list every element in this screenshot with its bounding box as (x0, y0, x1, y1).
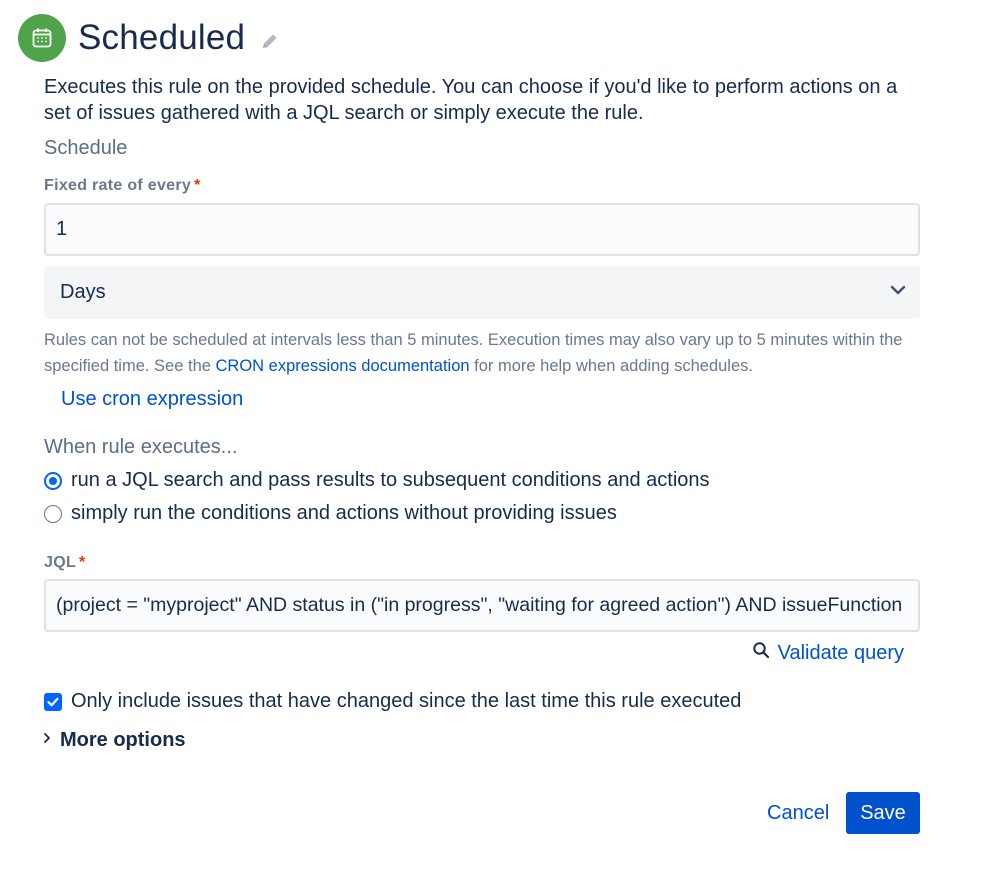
fixed-rate-input[interactable] (44, 203, 920, 256)
jql-query-text: (project = "myproject" AND status in ("i… (56, 594, 903, 616)
fixed-rate-label-text: Fixed rate of every (44, 177, 192, 194)
only-changed-option[interactable]: Only include issues that have changed si… (44, 690, 741, 713)
schedule-section-label: Schedule (44, 137, 128, 159)
execution-option-simple[interactable]: simply run the conditions and actions wi… (44, 502, 617, 525)
only-changed-checkbox[interactable] (44, 692, 62, 711)
trigger-description: Executes this rule on the provided sched… (44, 76, 898, 124)
chevron-down-icon (888, 280, 908, 305)
jql-label-text: JQL (44, 554, 77, 571)
only-changed-label: Only include issues that have changed si… (71, 690, 742, 712)
more-options-label: More options (60, 729, 186, 751)
rate-unit-select[interactable]: Days (44, 266, 920, 319)
trigger-title: Scheduled (78, 18, 246, 57)
execution-option-label: run a JQL search and pass results to sub… (71, 469, 710, 491)
radio-unselected[interactable] (44, 504, 62, 523)
jql-input[interactable]: (project = "myproject" AND status in ("i… (44, 579, 920, 632)
cron-docs-link[interactable]: CRON expressions documentation (216, 357, 470, 375)
validate-query-label: Validate query (777, 641, 904, 664)
fixed-rate-label: Fixed rate of every * (44, 177, 201, 195)
use-cron-expression-link[interactable]: Use cron expression (61, 388, 243, 411)
execution-label: When rule executes... (44, 436, 238, 458)
validate-query-link[interactable]: Validate query (752, 641, 904, 665)
search-icon (752, 641, 778, 665)
rate-unit-value: Days (60, 281, 106, 303)
help-text-after: for more help when adding schedules. (469, 357, 753, 375)
required-marker: * (194, 177, 201, 194)
chevron-right-icon (42, 731, 52, 750)
calendar-icon (18, 14, 66, 62)
more-options-toggle[interactable]: More options (42, 729, 186, 752)
radio-selected[interactable] (44, 471, 62, 490)
cancel-button[interactable]: Cancel (755, 792, 841, 834)
required-marker: * (79, 554, 86, 571)
jql-label: JQL * (44, 554, 86, 572)
trigger-header: Scheduled (18, 13, 280, 63)
check-icon (47, 697, 59, 706)
execution-option-jql[interactable]: run a JQL search and pass results to sub… (44, 469, 710, 492)
save-button[interactable]: Save (846, 792, 920, 834)
execution-option-label: simply run the conditions and actions wi… (71, 502, 617, 524)
schedule-help-text: Rules can not be scheduled at intervals … (44, 327, 924, 379)
pencil-icon[interactable] (260, 31, 280, 51)
